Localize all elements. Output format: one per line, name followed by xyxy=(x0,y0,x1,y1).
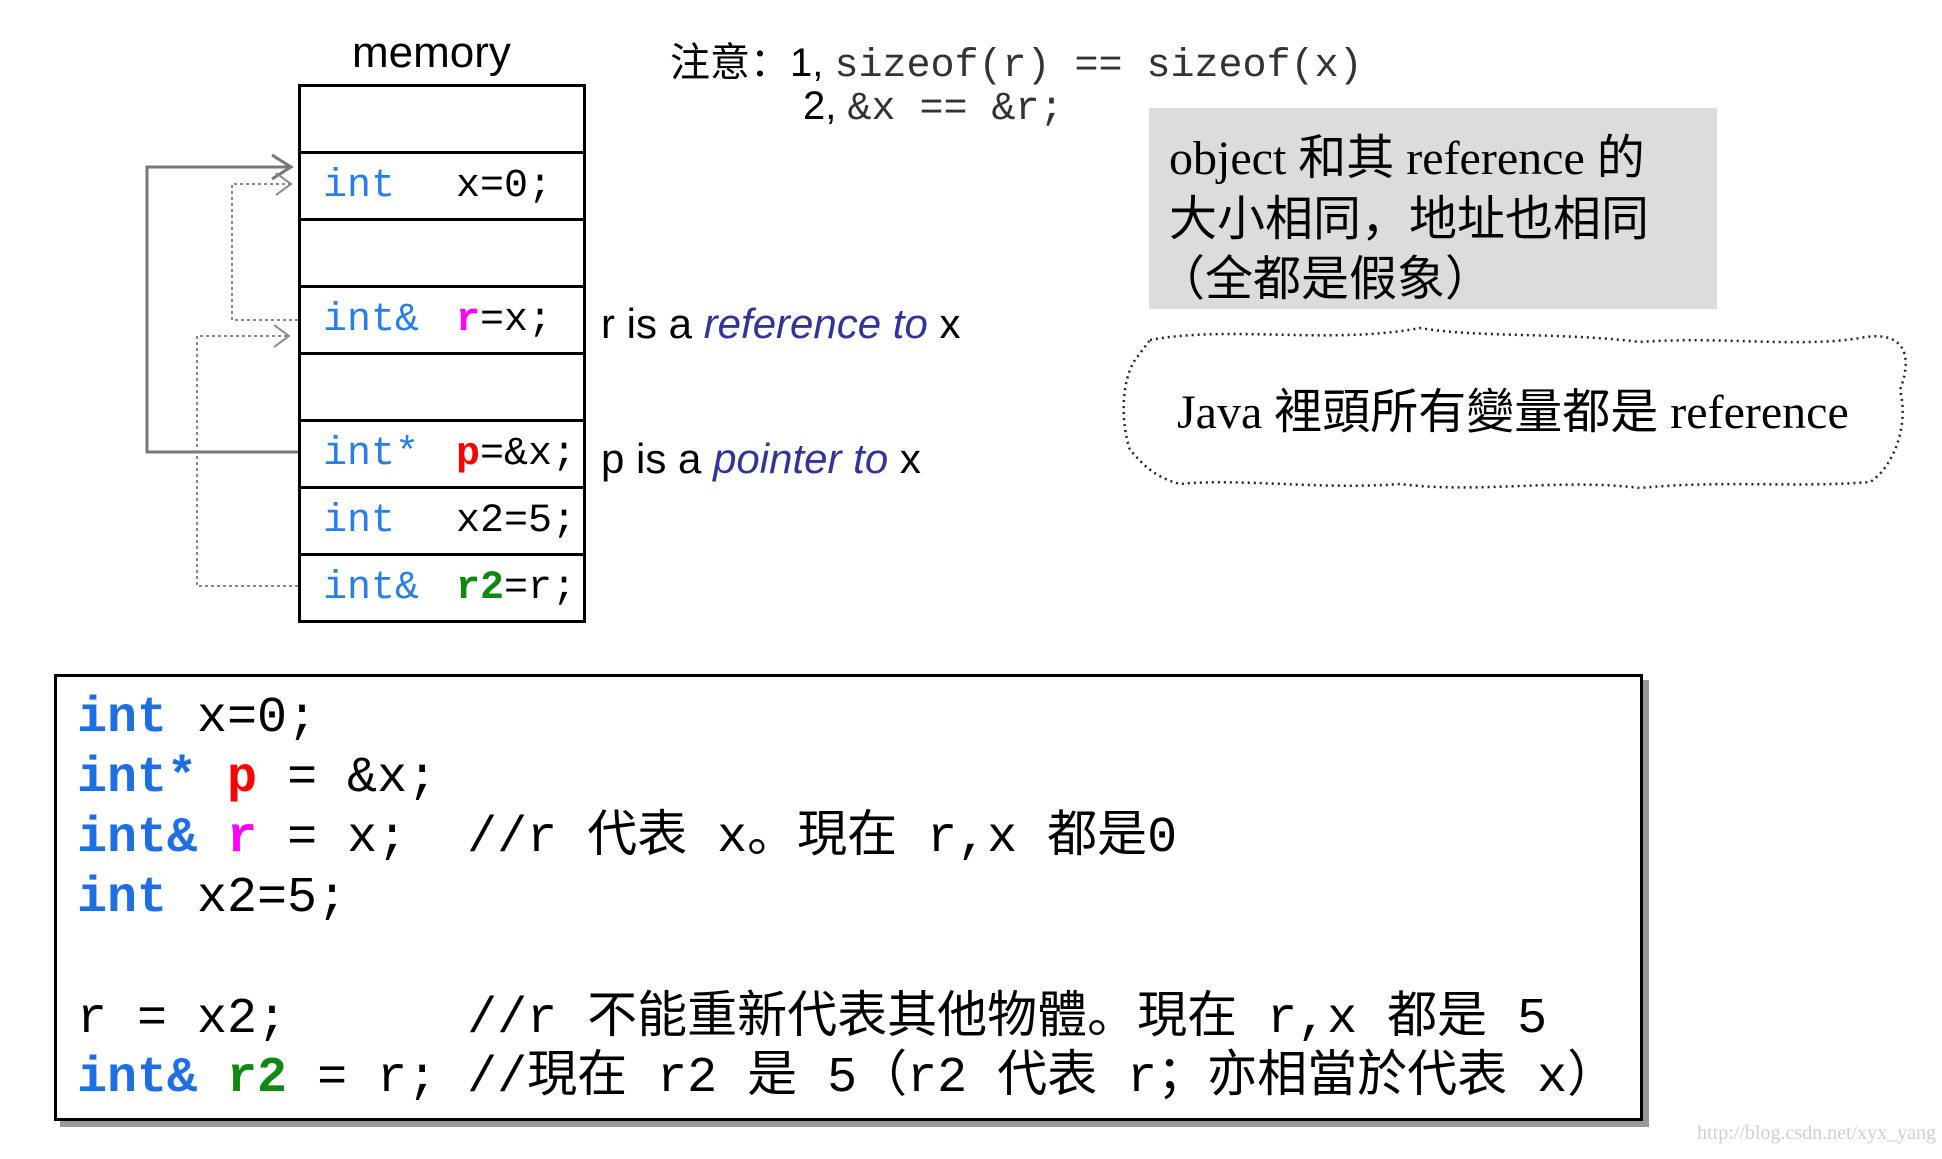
note-line-2: 2, &x == &r; xyxy=(803,84,1064,132)
memory-cell-p: int* p=&x; xyxy=(301,422,583,489)
pointer-arrow xyxy=(145,153,298,454)
memory-table: int x=0; int& r=x; int* p=&x; int x2=5; … xyxy=(298,84,586,623)
code-line: int x=0; xyxy=(77,689,317,749)
value-label: p=&x; xyxy=(456,432,576,477)
text: p is a xyxy=(601,435,714,482)
note-code: &x == &r; xyxy=(847,87,1064,132)
reference-annotation: r is a reference to x xyxy=(601,300,961,348)
var-p: p xyxy=(456,432,481,477)
assign: =r; xyxy=(504,566,577,611)
note-num: 2, xyxy=(803,84,837,128)
gray-note-line: object 和其 reference 的 xyxy=(1169,132,1645,185)
reference-arrow xyxy=(231,172,298,321)
value-label: x=0; xyxy=(456,164,553,209)
code-text: = x; //r 代表 x。現在 r,x 都是0 xyxy=(257,810,1178,867)
note-line-1: 注意：1, sizeof(r) == sizeof(x) xyxy=(670,30,1363,89)
assign: =x; xyxy=(480,298,553,343)
note-code: sizeof(r) == sizeof(x) xyxy=(834,44,1363,89)
type-label: int* xyxy=(323,432,420,477)
pointer-annotation: p is a pointer to x xyxy=(601,435,921,483)
code-line: r = x2; //r 不能重新代表其他物體。現在 r,x 都是 5 xyxy=(77,990,1547,1050)
code-text: = r; //現在 r2 是 5（r2 代表 r；亦相當於代表 x） xyxy=(287,1050,1618,1107)
assign: =&x; xyxy=(480,432,577,477)
memory-cell-r2: int& r2=r; xyxy=(301,556,583,620)
keyword: int xyxy=(77,870,168,927)
type-label: int& xyxy=(323,298,420,343)
code-line: int& r = x; //r 代表 x。現在 r,x 都是0 xyxy=(77,809,1177,869)
memory-cell-empty xyxy=(301,355,583,422)
text: x xyxy=(888,435,921,482)
type-label: int xyxy=(323,499,396,544)
gray-note-box: object 和其 reference 的 大小相同，地址也相同 （全都是假象） xyxy=(1149,108,1717,309)
code-box: int x=0; int* p = &x; int& r = x; //r 代表… xyxy=(54,674,1643,1121)
code-text: = &x; xyxy=(257,750,438,807)
keyword: int* xyxy=(77,750,198,807)
memory-cell-x2: int x2=5; xyxy=(301,489,583,556)
type-label: int& xyxy=(323,566,420,611)
reference2-arrow xyxy=(196,324,298,587)
code-text: x=0; xyxy=(167,690,318,747)
text: r is a xyxy=(601,300,704,347)
var-r2: r2 xyxy=(456,566,505,611)
text: x xyxy=(927,300,961,347)
emphasis: reference to xyxy=(703,300,928,347)
var-r2: r2 xyxy=(227,1050,288,1107)
code-line: int x2=5; xyxy=(77,869,347,929)
memory-cell-empty xyxy=(301,87,583,154)
code-line: int& r2 = r; //現在 r2 是 5（r2 代表 r；亦相當於代表 … xyxy=(77,1049,1617,1109)
note-num: 1, xyxy=(790,41,824,85)
watermark: http://blog.csdn.net/xyx_yang xyxy=(1697,1122,1936,1144)
keyword: int& xyxy=(77,810,198,867)
code-text: r = x2; //r 不能重新代表其他物體。現在 r,x 都是 5 xyxy=(77,991,1548,1048)
type-label: int xyxy=(323,164,396,209)
value-label: r=x; xyxy=(456,298,552,343)
memory-cell-r: int& r=x; xyxy=(301,288,583,355)
cloud-text: Java 裡頭所有變量都是 reference xyxy=(1177,386,1849,439)
emphasis: pointer to xyxy=(713,435,889,482)
var-r: r xyxy=(227,810,258,867)
var-p: p xyxy=(227,750,258,807)
memory-cell-x: int x=0; xyxy=(301,154,583,221)
diagram: memory int x=0; int& r=x; int* p=&x; int… xyxy=(0,0,1942,1159)
value-label: x2=5; xyxy=(456,499,577,544)
memory-cell-empty xyxy=(301,221,583,288)
gray-note-line: （全都是假象） xyxy=(1157,253,1494,306)
keyword: int xyxy=(77,690,168,747)
note-label: 注意： xyxy=(670,41,790,85)
value-label: r2=r; xyxy=(456,566,576,611)
code-line: int* p = &x; xyxy=(77,749,437,809)
keyword: int& xyxy=(77,1050,198,1107)
code-text: x2=5; xyxy=(167,870,348,927)
var-r: r xyxy=(456,298,481,343)
